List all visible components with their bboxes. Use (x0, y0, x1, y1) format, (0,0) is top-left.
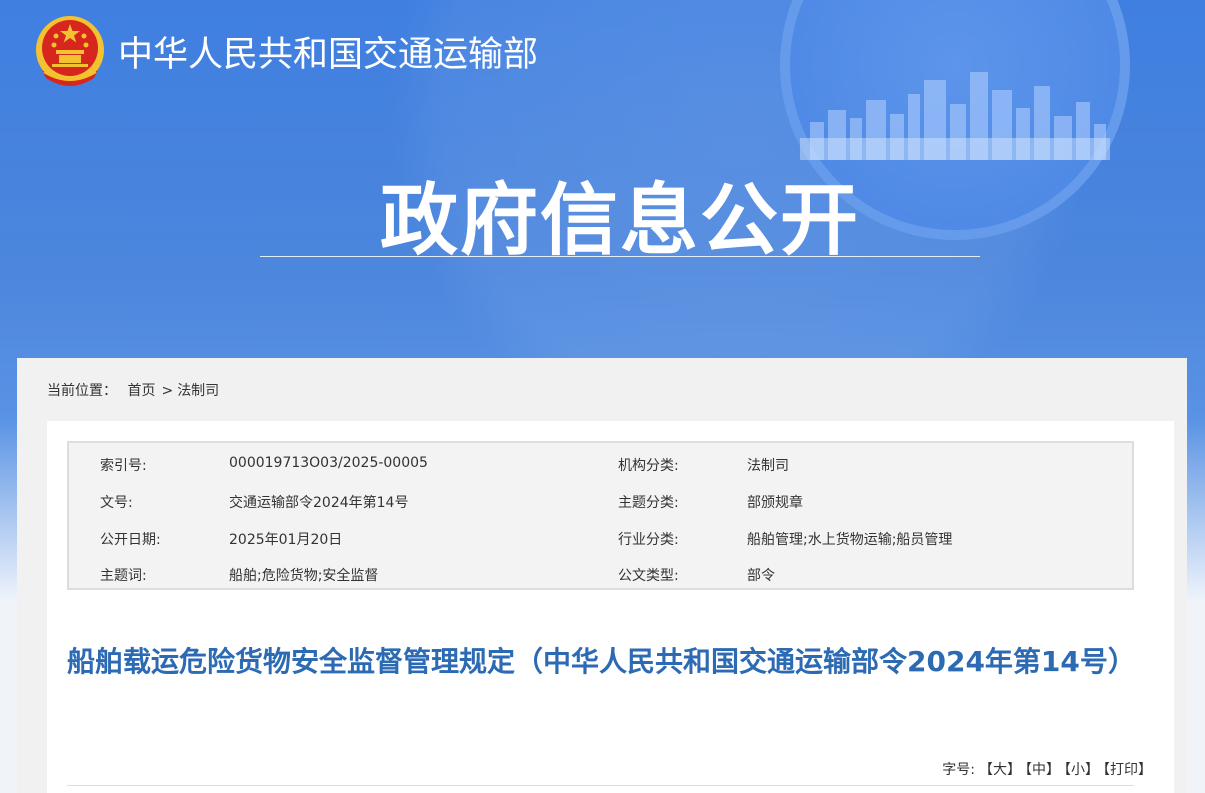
breadcrumb-home-link[interactable]: 首页 (127, 383, 155, 399)
print-button[interactable]: 【打印】 (1103, 762, 1152, 778)
meta-value: 2025年01月20日 (229, 532, 343, 548)
meta-key: 公开日期: (100, 532, 161, 548)
font-small-button[interactable]: 【小】 (1064, 762, 1099, 778)
meta-value: 船舶;危险货物;安全监督 (229, 568, 379, 584)
meta-key: 公文类型: (618, 568, 679, 584)
meta-row: 文号: 交通运输部令2024年第14号 主题分类: 部颁规章 (69, 484, 1132, 520)
document-title: 船舶载运危险货物安全监督管理规定（中华人民共和国交通运输部令2024年第14号） (67, 645, 1136, 678)
meta-value: 部令 (747, 568, 775, 584)
meta-row: 公开日期: 2025年01月20日 行业分类: 船舶管理;水上货物运输;船员管理 (69, 521, 1132, 557)
breadcrumb-current-link[interactable]: 法制司 (177, 383, 219, 399)
title-divider (260, 256, 980, 257)
article-content: 索引号: 000019713O03/2025-00005 机构分类: 法制司 文… (47, 421, 1174, 793)
meta-value: 船舶管理;水上货物运输;船员管理 (747, 532, 953, 548)
meta-row: 主题词: 船舶;危险货物;安全监督 公文类型: 部令 (69, 557, 1132, 593)
article-toolbar: 字号: 【大】 【中】 【小】 【打印】 (942, 759, 1152, 779)
main-panel: 当前位置： 首页 > 法制司 索引号: 000019713O03/2025-0000… (17, 358, 1187, 793)
meta-key: 主题分类: (618, 495, 679, 511)
toolbar-divider (67, 785, 1134, 786)
font-medium-button[interactable]: 【中】 (1025, 762, 1060, 778)
city-skyline-icon (800, 72, 1110, 160)
breadcrumb: 当前位置： 首页 > 法制司 (47, 380, 225, 400)
font-large-button[interactable]: 【大】 (979, 762, 1021, 778)
meta-key: 行业分类: (618, 532, 679, 548)
meta-key: 主题词: (100, 568, 147, 584)
meta-key: 文号: (100, 495, 133, 511)
document-metadata-table: 索引号: 000019713O03/2025-00005 机构分类: 法制司 文… (67, 441, 1134, 590)
meta-value: 部颁规章 (747, 495, 803, 511)
meta-key: 索引号: (100, 458, 147, 474)
national-emblem-icon (36, 16, 104, 86)
meta-row: 索引号: 000019713O03/2025-00005 机构分类: 法制司 (69, 447, 1132, 483)
meta-value: 000019713O03/2025-00005 (229, 455, 428, 471)
meta-value: 法制司 (747, 458, 789, 474)
meta-value: 交通运输部令2024年第14号 (229, 495, 409, 511)
page-title: 政府信息公开 (379, 176, 860, 266)
meta-key: 机构分类: (618, 458, 679, 474)
breadcrumb-separator: > (161, 383, 174, 399)
breadcrumb-label: 当前位置： (47, 383, 117, 399)
font-size-label: 字号: (942, 762, 975, 778)
site-name[interactable]: 中华人民共和国交通运输部 (118, 26, 538, 77)
